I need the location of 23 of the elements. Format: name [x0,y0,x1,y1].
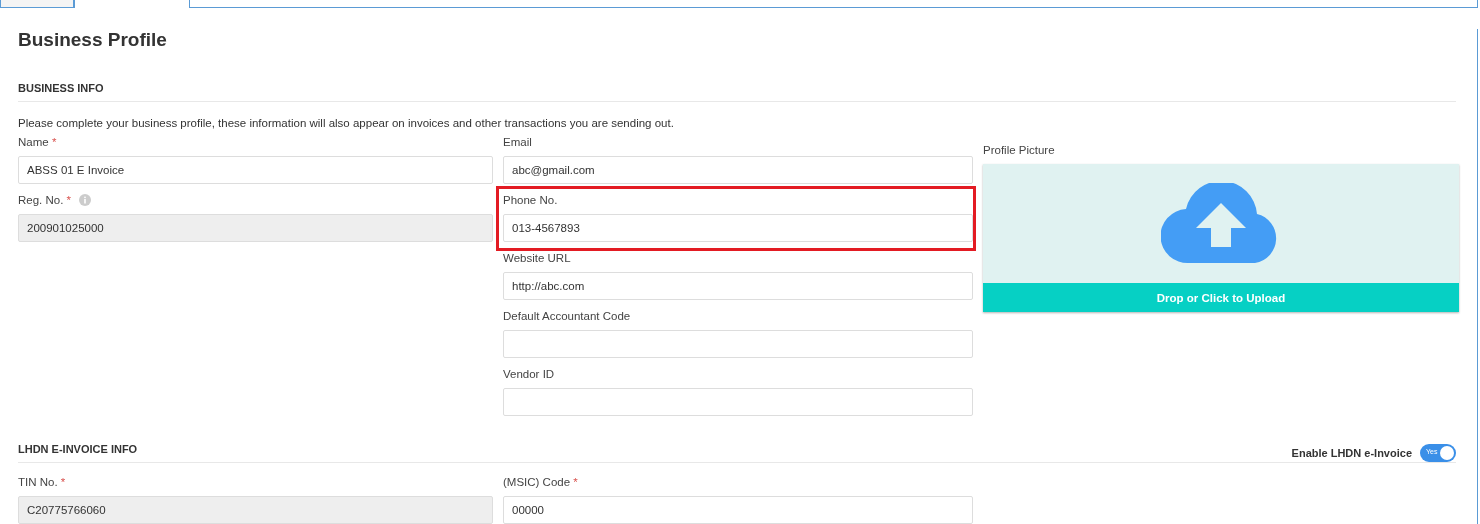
field-label: Profile Picture [983,144,1055,156]
tab[interactable] [0,0,74,8]
section-heading: BUSINESS INFO [18,81,104,95]
input-field[interactable]: ABSS 01 E Invoice [18,156,493,184]
input-field[interactable]: abc@gmail.com [503,156,973,184]
input-field[interactable]: http://abc.com [503,272,973,300]
field-label: Default Accountant Code [503,310,631,322]
field-label: Name * [18,136,57,148]
field-label: Vendor ID [503,368,555,380]
input-field[interactable] [503,388,973,416]
field-label: Phone No. [503,194,558,206]
field-label: (MSIC) Code * [503,476,578,488]
input-field[interactable]: 00000 [503,496,973,524]
field-label: TIN No. * [18,476,66,488]
field-label: Website URL [503,252,571,264]
input-field[interactable] [503,330,973,358]
toggle-label: Enable LHDN e-Invoice [1291,447,1412,459]
field-label: Reg. No. * [18,194,72,206]
description-text: Please complete your business profile, these information will also appear on invoices and other transactions you are sending out. [18,116,675,130]
section-heading: LHDN E-INVOICE INFO [18,442,138,456]
field-label: Email [503,136,532,148]
page-title: Business Profile [18,29,168,51]
input-field[interactable]: 013-4567893 [503,214,973,242]
